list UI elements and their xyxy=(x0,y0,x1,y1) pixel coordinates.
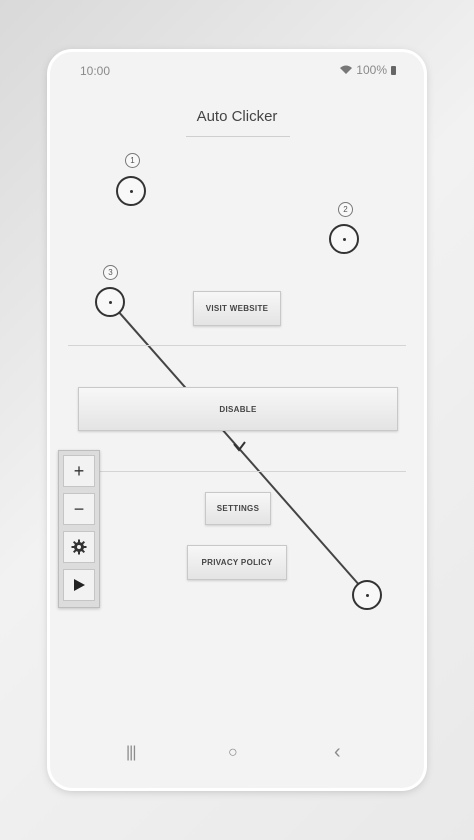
play-icon xyxy=(74,579,85,591)
home-icon[interactable]: ○ xyxy=(228,744,238,762)
click-target-1[interactable] xyxy=(116,176,146,206)
click-target-3[interactable] xyxy=(95,287,125,317)
divider xyxy=(68,471,406,472)
gear-icon xyxy=(71,539,87,555)
click-target-2[interactable] xyxy=(329,224,359,254)
disable-button[interactable]: DISABLE xyxy=(78,387,398,431)
phone-screen: 10:00 100% Auto Clicker 1 2 3 VISIT WEBS… xyxy=(50,52,424,788)
status-indicators: 100% xyxy=(340,63,396,77)
battery-icon xyxy=(391,65,396,75)
divider xyxy=(68,345,406,346)
battery-percent: 100% xyxy=(356,63,387,77)
app-title: Auto Clicker xyxy=(196,108,278,125)
target-dot xyxy=(108,300,112,304)
title-underline xyxy=(186,136,290,137)
plus-icon: + xyxy=(73,460,85,481)
settings-button[interactable]: SETTINGS xyxy=(205,492,271,525)
add-target-button[interactable]: + xyxy=(63,455,95,487)
system-navbar: ||| ○ ‹ xyxy=(50,741,424,768)
status-time: 10:00 xyxy=(80,64,111,78)
target-number-2: 2 xyxy=(338,202,353,217)
minus-icon: − xyxy=(73,498,85,519)
target-number-1: 1 xyxy=(125,153,140,168)
toolbar-settings-button[interactable] xyxy=(63,531,95,563)
recents-icon[interactable]: ||| xyxy=(126,744,137,762)
visit-website-button[interactable]: VISIT WEBSITE xyxy=(193,291,281,326)
swipe-end-target[interactable] xyxy=(352,580,382,610)
back-icon[interactable]: ‹ xyxy=(334,741,341,764)
play-button[interactable] xyxy=(63,569,95,601)
target-dot xyxy=(129,189,133,193)
target-dot xyxy=(342,237,346,241)
target-dot xyxy=(365,593,369,597)
wifi-icon xyxy=(340,63,353,77)
privacy-policy-button[interactable]: PRIVACY POLICY xyxy=(187,545,287,580)
target-number-3: 3 xyxy=(103,265,118,280)
floating-toolbar: + − xyxy=(58,450,100,608)
remove-target-button[interactable]: − xyxy=(63,493,95,525)
